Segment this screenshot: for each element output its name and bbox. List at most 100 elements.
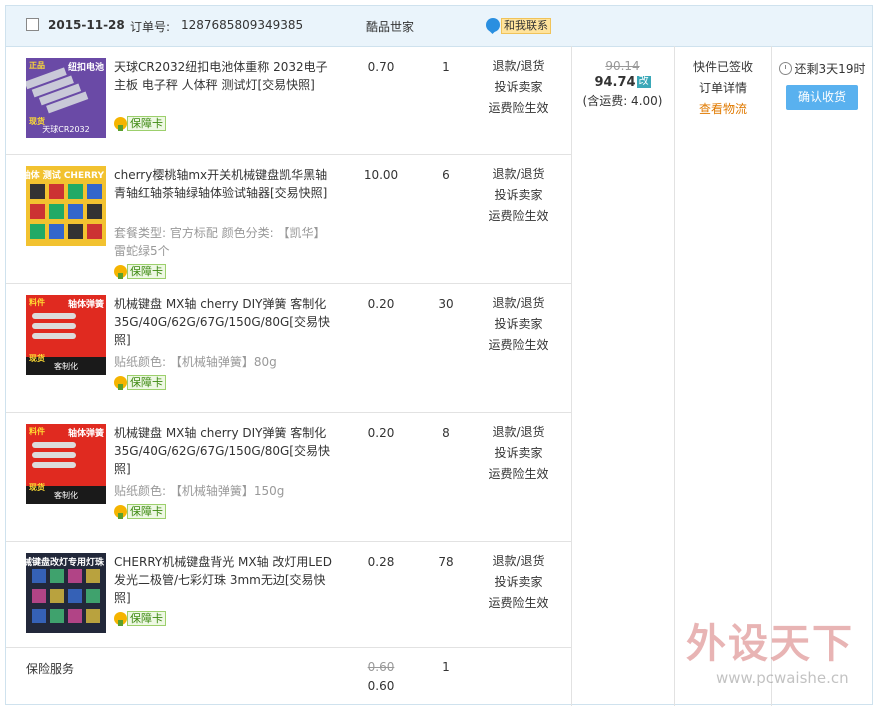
- product-title-link[interactable]: 天球CR2032纽扣电池体重称 2032电子主板 电子秤 人体秤 测试灯[交易快…: [114, 58, 334, 94]
- product-image: 轴体弹簧客制化 料件现货: [26, 295, 106, 375]
- shop-name-link[interactable]: 酷品世家: [366, 18, 414, 35]
- thumb-subtext: 客制化: [54, 490, 78, 500]
- quantity: 6: [442, 168, 450, 182]
- complain-seller-link[interactable]: 投诉卖家: [481, 443, 556, 464]
- product-image: 轴体弹簧客制化 料件现货: [26, 424, 106, 504]
- insurance-qty: 1: [442, 660, 450, 674]
- item-operations: 退款/退货 投诉卖家运费险生效: [481, 56, 556, 119]
- order-total: 90.14 94.74 改 (含运费: 4.00): [571, 46, 674, 109]
- item-operations: 退款/退货 投诉卖家 运费险生效: [481, 422, 556, 485]
- table-row: 纽扣电池天球CR2032 正品现货 天球CR2032纽扣电池体重称 2032电子主板…: [6, 46, 571, 154]
- product-image: 纽扣电池天球CR2032 正品现货: [26, 58, 106, 138]
- guarantee-icon: [114, 612, 127, 626]
- thumb-tag: 料件: [29, 297, 45, 307]
- current-total-value: 94.74: [594, 75, 636, 90]
- clock-icon: [778, 62, 792, 75]
- shipping-fee: (含运费: 4.00): [582, 94, 663, 108]
- insurance-label: 保险服务: [26, 662, 75, 676]
- guarantee-icon: [114, 117, 127, 131]
- product-title-link[interactable]: 机械键盘 MX轴 cherry DIY弹簧 客制化35G/40G/62G/67G…: [114, 424, 334, 478]
- column-divider: [571, 46, 572, 706]
- table-row: 轴体弹簧客制化 料件现货 机械键盘 MX轴 cherry DIY弹簧 客制化35G/…: [6, 412, 571, 541]
- product-attributes: 套餐类型: 官方标配 颜色分类: 【凯华】雷蛇绿5个: [114, 226, 326, 258]
- refund-return-link[interactable]: 退款/退货: [481, 422, 556, 443]
- product-thumbnail[interactable]: 机械键盘改灯专用灯珠: [26, 553, 106, 633]
- watermark-url: www.pcwaishe.cn: [716, 669, 849, 687]
- price-adjusted-tag: 改: [636, 76, 651, 88]
- order-status: 快件已签收 订单详情 查看物流: [675, 46, 771, 120]
- refund-return-link[interactable]: 退款/退货: [481, 293, 556, 314]
- shipping-insurance-status: 运费险生效: [488, 101, 549, 115]
- thumb-tag: 正品: [29, 61, 45, 70]
- unit-price: 0.20: [367, 297, 395, 311]
- thumb-tag: 料件: [29, 426, 45, 436]
- thumb-subtext: 客制化: [54, 361, 78, 371]
- product-thumbnail[interactable]: 轴体弹簧客制化 料件现货: [26, 295, 106, 375]
- order-actions: 还剩3天19时 确认收货: [772, 46, 872, 110]
- shipping-insurance-status: 运费险生效: [488, 209, 549, 223]
- shipping-insurance-status: 运费险生效: [488, 338, 549, 352]
- thumb-tag: 现货: [29, 116, 45, 126]
- order-card: 2015-11-28 订单号: 1287685809349385 酷品世家 和我…: [5, 5, 873, 706]
- complain-seller-link[interactable]: 投诉卖家: [481, 77, 556, 98]
- wangwang-icon: [486, 18, 500, 32]
- item-operations: 退款/退货 投诉卖家 运费险生效: [481, 551, 556, 614]
- product-title-link[interactable]: CHERRY机械键盘背光 MX轴 改灯用LED发光二极管/七彩灯珠 3mm无边[…: [114, 553, 334, 607]
- guarantee-label: 保障卡: [127, 611, 166, 626]
- insurance-price: 0.60: [367, 679, 395, 693]
- thumb-text: 机械轴体 测试 CHERRY: [26, 169, 104, 181]
- product-title-link[interactable]: cherry樱桃轴mx开关机械键盘凯华黑轴青轴红轴茶轴绿轴体验试轴器[交易快照]: [114, 166, 334, 202]
- table-row: 机械轴体 测试 CHERRY cherry樱桃轴mx开关机械键盘凯华黑轴青轴红轴茶…: [6, 154, 571, 283]
- product-image: 机械键盘改灯专用灯珠: [26, 553, 106, 633]
- thumb-text: 轴体弹簧: [68, 427, 104, 439]
- thumb-subtext: 天球CR2032: [42, 124, 90, 134]
- column-divider: [771, 46, 772, 706]
- view-logistics-link[interactable]: 查看物流: [675, 99, 771, 120]
- refund-return-link[interactable]: 退款/退货: [481, 56, 556, 77]
- confirm-receipt-button[interactable]: 确认收货: [786, 85, 858, 110]
- product-image: 机械轴体 测试 CHERRY: [26, 166, 106, 246]
- order-checkbox[interactable]: [26, 18, 39, 31]
- guarantee-icon: [114, 265, 127, 279]
- table-row: 机械键盘改灯专用灯珠 CHERRY机械键盘背光 MX轴 改灯用LED发光二极管/七…: [6, 541, 571, 647]
- complain-seller-link[interactable]: 投诉卖家: [481, 185, 556, 206]
- table-row: 轴体弹簧客制化 料件现货 机械键盘 MX轴 cherry DIY弹簧 客制化35G/…: [6, 283, 571, 412]
- watermark-brand: 外设天下: [686, 620, 854, 667]
- complain-seller-link[interactable]: 投诉卖家: [481, 314, 556, 335]
- product-title-link[interactable]: 机械键盘 MX轴 cherry DIY弹簧 客制化35G/40G/62G/67G…: [114, 295, 334, 349]
- watermark: 外设天下 www.pcwaishe.cn: [681, 611, 871, 701]
- refund-return-link[interactable]: 退款/退货: [481, 164, 556, 185]
- guarantee-icon: [114, 376, 127, 390]
- current-total: 94.74 改: [571, 75, 674, 90]
- product-thumbnail[interactable]: 轴体弹簧客制化 料件现货: [26, 424, 106, 504]
- quantity: 1: [442, 60, 450, 74]
- row-divider: [6, 647, 571, 648]
- item-operations: 退款/退货 投诉卖家运费险生效: [481, 164, 556, 227]
- status-text: 快件已签收: [692, 60, 753, 74]
- thumb-tag: 现货: [29, 353, 45, 363]
- product-thumbnail[interactable]: 机械轴体 测试 CHERRY: [26, 166, 106, 246]
- quantity: 30: [438, 297, 454, 311]
- guarantee-label: 保障卡: [127, 116, 166, 131]
- order-detail-link[interactable]: 订单详情: [675, 78, 771, 99]
- product-thumbnail[interactable]: 纽扣电池天球CR2032 正品现货: [26, 58, 106, 138]
- thumb-text: 机械键盘改灯专用灯珠: [26, 556, 105, 568]
- guarantee-label: 保障卡: [127, 264, 166, 279]
- remaining-time-text: 还剩3天19时: [794, 62, 866, 76]
- guarantee-label: 保障卡: [127, 375, 166, 390]
- quantity: 8: [442, 426, 450, 440]
- remaining-time: 还剩3天19时: [772, 60, 872, 77]
- guarantee-label: 保障卡: [127, 504, 166, 519]
- thumb-text: 轴体弹簧: [68, 298, 104, 310]
- order-header: 2015-11-28 订单号: 1287685809349385 酷品世家 和我…: [6, 6, 872, 47]
- contact-label: 和我联系: [501, 18, 551, 34]
- order-date: 2015-11-28: [48, 18, 125, 32]
- item-operations: 退款/退货 投诉卖家运费险生效: [481, 293, 556, 356]
- product-attributes: 贴纸颜色: 【机械轴弹簧】150g: [114, 484, 285, 498]
- insurance-original-price: 0.60: [367, 660, 395, 674]
- complain-seller-link[interactable]: 投诉卖家: [481, 572, 556, 593]
- thumb-tag: 现货: [29, 482, 45, 492]
- thumb-text: 纽扣电池: [68, 61, 104, 73]
- original-total: 90.14: [605, 59, 640, 73]
- refund-return-link[interactable]: 退款/退货: [481, 551, 556, 572]
